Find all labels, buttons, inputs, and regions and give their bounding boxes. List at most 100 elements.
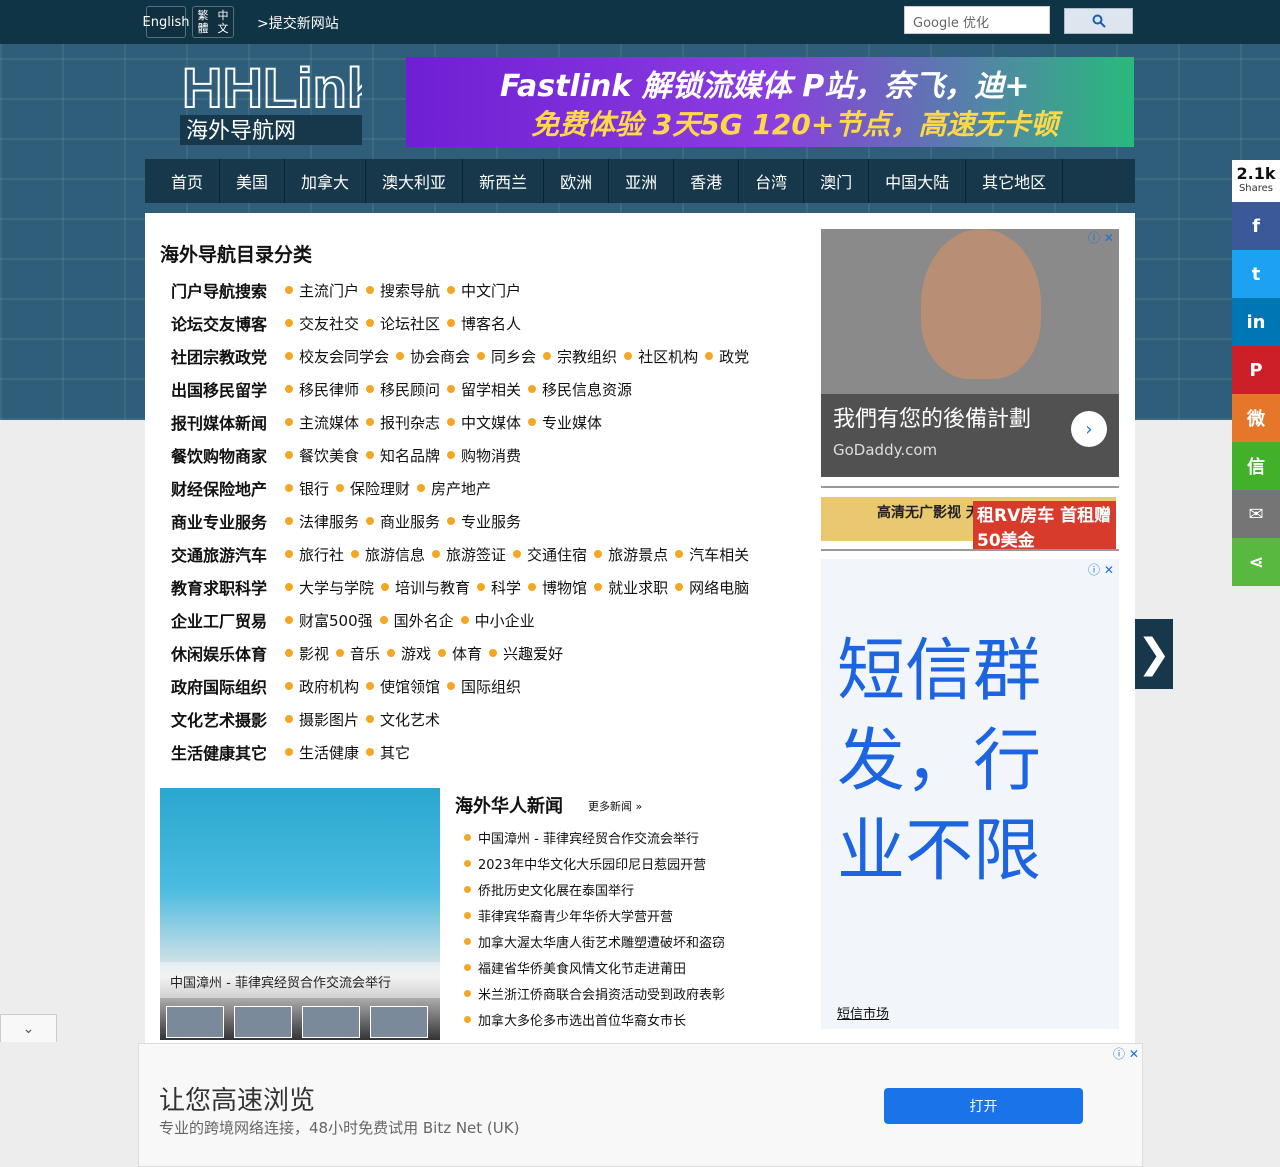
category-label[interactable]: 商业专业服务 bbox=[171, 509, 285, 533]
subcategory-link[interactable]: 银行 bbox=[285, 478, 329, 499]
nav-item[interactable]: 新西兰 bbox=[463, 159, 545, 203]
subcategory-link[interactable]: 旅游信息 bbox=[351, 544, 425, 565]
category-label[interactable]: 出国移民留学 bbox=[171, 377, 285, 401]
subcategory-link[interactable]: 财富500强 bbox=[285, 610, 373, 631]
category-label[interactable]: 交通旅游汽车 bbox=[171, 542, 285, 566]
subcategory-link[interactable]: 移民律师 bbox=[285, 379, 359, 400]
subcategory-link[interactable]: 法律服务 bbox=[285, 511, 359, 532]
category-label[interactable]: 休闲娱乐体育 bbox=[171, 641, 285, 665]
subcategory-link[interactable]: 使馆领馆 bbox=[366, 676, 440, 697]
subcategory-link[interactable]: 餐饮美食 bbox=[285, 445, 359, 466]
site-logo[interactable]: HHLink 海外导航网 bbox=[180, 55, 362, 147]
news-item[interactable]: 2023年中华文化大乐园印尼日惹园开营 bbox=[464, 854, 706, 873]
nav-item[interactable]: 首页 bbox=[155, 159, 221, 203]
adchoices-icon[interactable]: ⓘ ✕ bbox=[1113, 1045, 1139, 1062]
news-item[interactable]: 福建省华侨美食风情文化节走进莆田 bbox=[464, 958, 686, 977]
news-thumb[interactable] bbox=[166, 1006, 224, 1038]
subcategory-link[interactable]: 移民信息资源 bbox=[528, 379, 632, 400]
subcategory-link[interactable]: 论坛社区 bbox=[366, 313, 440, 334]
traditional-chinese-button[interactable]: 繁體 中文 bbox=[192, 6, 234, 38]
subcategory-link[interactable]: 国际组织 bbox=[447, 676, 521, 697]
nav-item[interactable]: 台湾 bbox=[739, 159, 805, 203]
weibo-icon[interactable]: 微 bbox=[1232, 394, 1280, 442]
next-arrow-icon[interactable]: ❯ bbox=[1135, 619, 1173, 689]
category-label[interactable]: 文化艺术摄影 bbox=[171, 707, 285, 731]
subcategory-link[interactable]: 政党 bbox=[705, 346, 749, 367]
godaddy-ad[interactable]: 我們有您的後備計劃 GoDaddy.com › bbox=[821, 229, 1119, 477]
facebook-icon[interactable]: f bbox=[1232, 202, 1280, 250]
news-photo[interactable]: 中国漳州 - 菲律宾经贸合作交流会举行 bbox=[160, 788, 440, 1040]
nav-item[interactable]: 澳大利亚 bbox=[366, 159, 464, 203]
nav-item[interactable]: 中国大陆 bbox=[869, 159, 967, 203]
subcategory-link[interactable]: 国外名企 bbox=[380, 610, 454, 631]
subcategory-link[interactable]: 商业服务 bbox=[366, 511, 440, 532]
english-button[interactable]: English bbox=[143, 6, 189, 38]
subcategory-link[interactable]: 摄影图片 bbox=[285, 709, 359, 730]
subcategory-link[interactable]: 培训与教育 bbox=[381, 577, 470, 598]
subcategory-link[interactable]: 交通住宿 bbox=[513, 544, 587, 565]
bitznet-ad[interactable]: 让您高速浏览 专业的跨境网络连接，48小时免费试用 Bitz Net (UK) … bbox=[138, 1043, 1143, 1167]
category-label[interactable]: 生活健康其它 bbox=[171, 740, 285, 764]
subcategory-link[interactable]: 生活健康 bbox=[285, 742, 359, 763]
category-label[interactable]: 政府国际组织 bbox=[171, 674, 285, 698]
fastlink-banner-ad[interactable]: Fastlink 解锁流媒体 P站，奈飞，迪+ 免费体验 3天5G 120+节点… bbox=[406, 57, 1134, 147]
sharethis-icon[interactable]: ⋖ bbox=[1232, 538, 1280, 586]
email-icon[interactable]: ✉ bbox=[1232, 490, 1280, 538]
subcategory-link[interactable]: 宗教组织 bbox=[543, 346, 617, 367]
subcategory-link[interactable]: 主流媒体 bbox=[285, 412, 359, 433]
subcategory-link[interactable]: 留学相关 bbox=[447, 379, 521, 400]
subcategory-link[interactable]: 中文门户 bbox=[447, 280, 521, 301]
news-thumb[interactable] bbox=[302, 1006, 360, 1038]
subcategory-link[interactable]: 同乡会 bbox=[477, 346, 536, 367]
subcategory-link[interactable]: 交友社交 bbox=[285, 313, 359, 334]
nav-item[interactable]: 欧洲 bbox=[544, 159, 610, 203]
wechat-icon[interactable]: 信 bbox=[1232, 442, 1280, 490]
adchoices-icon[interactable]: ⓘ ✕ bbox=[1088, 229, 1114, 246]
subcategory-link[interactable]: 知名品牌 bbox=[366, 445, 440, 466]
pinterest-icon[interactable]: P bbox=[1232, 346, 1280, 394]
subcategory-link[interactable]: 中文媒体 bbox=[447, 412, 521, 433]
nav-item[interactable]: 香港 bbox=[674, 159, 740, 203]
subcategory-link[interactable]: 报刊杂志 bbox=[366, 412, 440, 433]
news-item[interactable]: 菲律宾华裔青少年华侨大学营开营 bbox=[464, 906, 673, 925]
subcategory-link[interactable]: 体育 bbox=[438, 643, 482, 664]
news-thumb[interactable] bbox=[370, 1006, 428, 1038]
news-item[interactable]: 侨批历史文化展在泰国举行 bbox=[464, 880, 634, 899]
category-label[interactable]: 报刊媒体新闻 bbox=[171, 410, 285, 434]
subcategory-link[interactable]: 旅游景点 bbox=[594, 544, 668, 565]
subcategory-link[interactable]: 专业媒体 bbox=[528, 412, 602, 433]
chevron-down-icon[interactable]: ⌄ bbox=[0, 1014, 57, 1042]
category-label[interactable]: 论坛交友博客 bbox=[171, 311, 285, 335]
submit-site-link[interactable]: >提交新网站 bbox=[257, 13, 339, 33]
search-button[interactable] bbox=[1064, 8, 1133, 34]
adchoices-icon[interactable]: ⓘ ✕ bbox=[1088, 561, 1114, 578]
sms-ad[interactable]: 短信群发，行业不限 短信市场 bbox=[821, 559, 1119, 1029]
category-label[interactable]: 企业工厂贸易 bbox=[171, 608, 285, 632]
subcategory-link[interactable]: 移民顾问 bbox=[366, 379, 440, 400]
subcategory-link[interactable]: 就业求职 bbox=[594, 577, 668, 598]
subcategory-link[interactable]: 校友会同学会 bbox=[285, 346, 389, 367]
category-label[interactable]: 财经保险地产 bbox=[171, 476, 285, 500]
category-label[interactable]: 教育求职科学 bbox=[171, 575, 285, 599]
category-label[interactable]: 餐饮购物商家 bbox=[171, 443, 285, 467]
nav-item[interactable]: 美国 bbox=[220, 159, 286, 203]
subcategory-link[interactable]: 主流门户 bbox=[285, 280, 359, 301]
subcategory-link[interactable]: 兴趣爱好 bbox=[489, 643, 563, 664]
news-item[interactable]: 加拿大渥太华唐人街艺术雕塑遭破坏和盗窃 bbox=[464, 932, 725, 951]
subcategory-link[interactable]: 协会商会 bbox=[396, 346, 470, 367]
chevron-right-icon[interactable]: › bbox=[1071, 411, 1107, 447]
subcategory-link[interactable]: 保险理财 bbox=[336, 478, 410, 499]
subcategory-link[interactable]: 购物消费 bbox=[447, 445, 521, 466]
open-button[interactable]: 打开 bbox=[884, 1088, 1083, 1124]
linkedin-icon[interactable]: in bbox=[1232, 298, 1280, 346]
news-item[interactable]: 米兰浙江侨商联合会捐资活动受到政府表彰 bbox=[464, 984, 725, 1003]
nav-item[interactable]: 其它地区 bbox=[966, 159, 1064, 203]
search-input[interactable]: Google 优化 bbox=[904, 6, 1050, 34]
subcategory-link[interactable]: 旅游签证 bbox=[432, 544, 506, 565]
subcategory-link[interactable]: 中小企业 bbox=[461, 610, 535, 631]
subcategory-link[interactable]: 专业服务 bbox=[447, 511, 521, 532]
subcategory-link[interactable]: 文化艺术 bbox=[366, 709, 440, 730]
subcategory-link[interactable]: 政府机构 bbox=[285, 676, 359, 697]
subcategory-link[interactable]: 科学 bbox=[477, 577, 521, 598]
sms-ad-link[interactable]: 短信市场 bbox=[837, 1003, 889, 1022]
